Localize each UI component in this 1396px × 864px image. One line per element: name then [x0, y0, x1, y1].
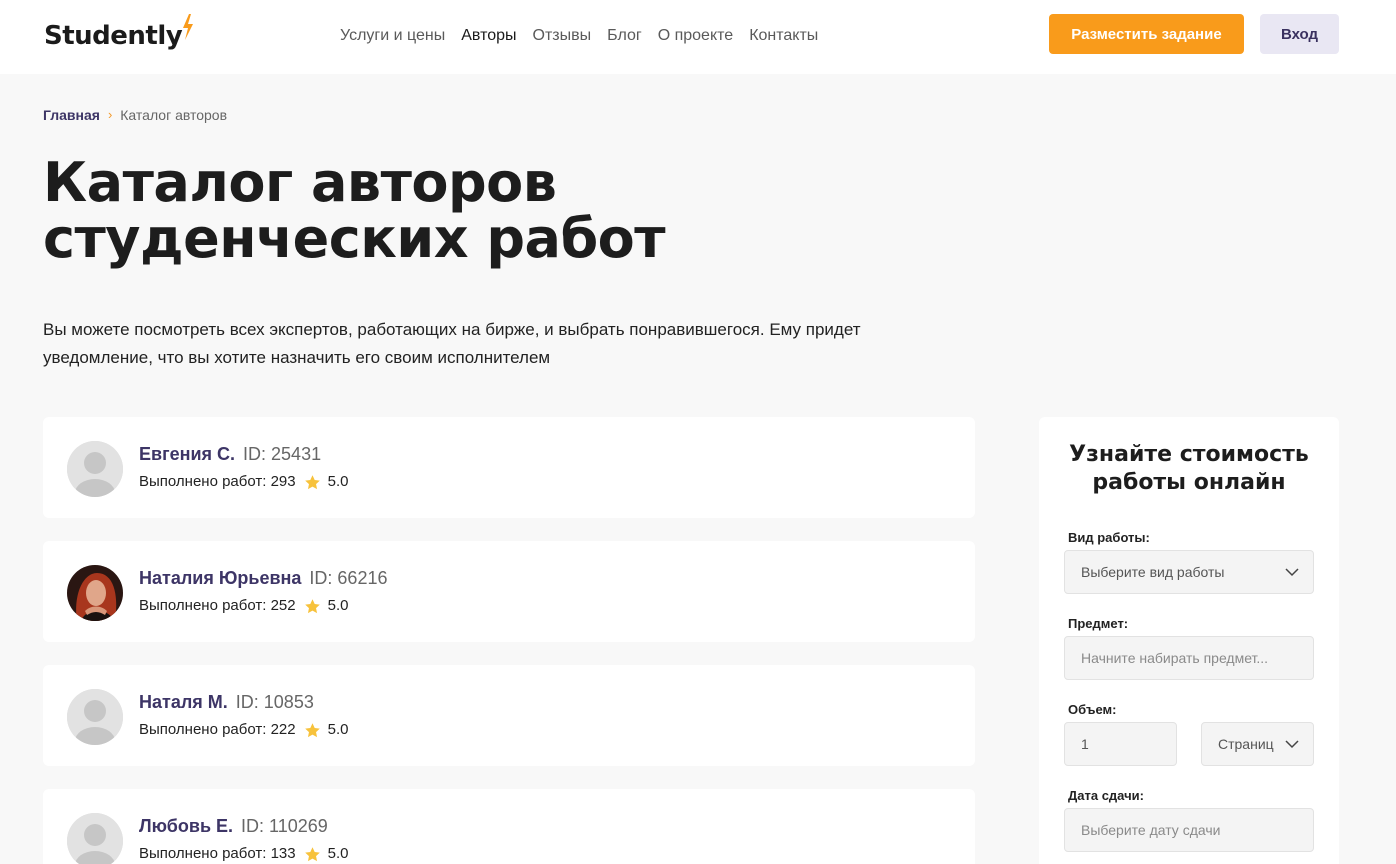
lightning-icon [183, 14, 194, 40]
completed-works: Выполнено работ: 293 [139, 473, 296, 490]
author-photo [67, 565, 123, 621]
volume-unit: Страниц [1218, 736, 1274, 752]
work-type-select[interactable]: Выберите вид работы [1064, 550, 1314, 594]
breadcrumb-current: Каталог авторов [120, 107, 228, 123]
volume-value: 1 [1081, 736, 1089, 752]
rating-value: 5.0 [327, 473, 349, 490]
logo-text: Studently [44, 21, 183, 51]
nav-about[interactable]: О проекте [658, 24, 733, 48]
star-icon [304, 474, 320, 489]
site-logo[interactable]: Studently [44, 14, 194, 54]
calculator-title: Узнайте стоимость работы онлайн [1069, 442, 1309, 495]
star-icon [304, 722, 320, 737]
author-id: ID: 110269 [241, 816, 328, 836]
author-id: ID: 66216 [309, 568, 388, 588]
rating-value: 5.0 [327, 721, 349, 738]
nav-reviews[interactable]: Отзывы [533, 24, 592, 48]
rating-value: 5.0 [327, 597, 349, 614]
nav-contacts[interactable]: Контакты [749, 24, 818, 48]
author-name-link[interactable]: Наталя М. [139, 690, 228, 714]
avatar-placeholder [67, 689, 123, 745]
page-description: Вы можете посмотреть всех экспертов, раб… [43, 320, 861, 367]
login-button[interactable]: Вход [1260, 14, 1339, 54]
avatar-placeholder [67, 813, 123, 864]
chevron-down-icon [1285, 568, 1299, 577]
author-id: ID: 10853 [235, 692, 314, 712]
author-name-link[interactable]: Евгения С. [139, 442, 235, 466]
volume-unit-select[interactable]: Страниц [1201, 722, 1314, 766]
user-silhouette-icon [67, 813, 123, 864]
deadline-label: Дата сдачи: [1068, 788, 1144, 803]
author-card[interactable]: Любовь Е. ID: 110269 Выполнено работ: 13… [43, 789, 975, 864]
volume-input[interactable]: 1 [1064, 722, 1177, 766]
chevron-down-icon [1285, 740, 1299, 749]
breadcrumb-home-link[interactable]: Главная [43, 106, 100, 124]
author-name-link[interactable]: Наталия Юрьевна [139, 566, 301, 590]
author-card[interactable]: Наталя М. ID: 10853 Выполнено работ: 222… [43, 665, 975, 766]
completed-works: Выполнено работ: 133 [139, 845, 296, 862]
author-id: ID: 25431 [243, 444, 322, 464]
star-icon [304, 598, 320, 613]
star-icon [304, 846, 320, 861]
nav-blog[interactable]: Блог [607, 24, 642, 48]
author-name-link[interactable]: Любовь Е. [139, 814, 233, 838]
subject-label: Предмет: [1068, 616, 1129, 631]
deadline-input[interactable]: Выберите дату сдачи [1064, 808, 1314, 852]
work-type-placeholder: Выберите вид работы [1081, 564, 1225, 580]
author-card[interactable]: Евгения С. ID: 25431 Выполнено работ: 29… [43, 417, 975, 518]
rating-value: 5.0 [327, 845, 349, 862]
price-calculator: Узнайте стоимость работы онлайн Вид рабо… [1039, 417, 1339, 864]
nav-services[interactable]: Услуги и цены [340, 24, 445, 48]
main-nav: Услуги и цены Авторы Отзывы Блог О проек… [340, 24, 818, 48]
deadline-placeholder: Выберите дату сдачи [1081, 822, 1221, 838]
author-photo-image [67, 565, 123, 621]
avatar-placeholder [67, 441, 123, 497]
user-silhouette-icon [67, 441, 123, 497]
nav-authors[interactable]: Авторы [461, 24, 516, 48]
subject-placeholder: Начните набирать предмет... [1081, 650, 1269, 666]
volume-label: Объем: [1068, 702, 1117, 717]
page-title: Каталог авторов студенческих работ [43, 151, 666, 270]
place-order-button[interactable]: Разместить задание [1049, 14, 1244, 54]
breadcrumb: Главная › Каталог авторов [43, 106, 227, 124]
user-silhouette-icon [67, 689, 123, 745]
subject-input[interactable]: Начните набирать предмет... [1064, 636, 1314, 680]
completed-works: Выполнено работ: 252 [139, 597, 296, 614]
author-card[interactable]: Наталия Юрьевна ID: 66216 Выполнено рабо… [43, 541, 975, 642]
completed-works: Выполнено работ: 222 [139, 721, 296, 738]
work-type-label: Вид работы: [1068, 530, 1150, 545]
chevron-right-icon: › [107, 107, 113, 122]
site-header: Studently Услуги и цены Авторы Отзывы Бл… [0, 0, 1396, 74]
